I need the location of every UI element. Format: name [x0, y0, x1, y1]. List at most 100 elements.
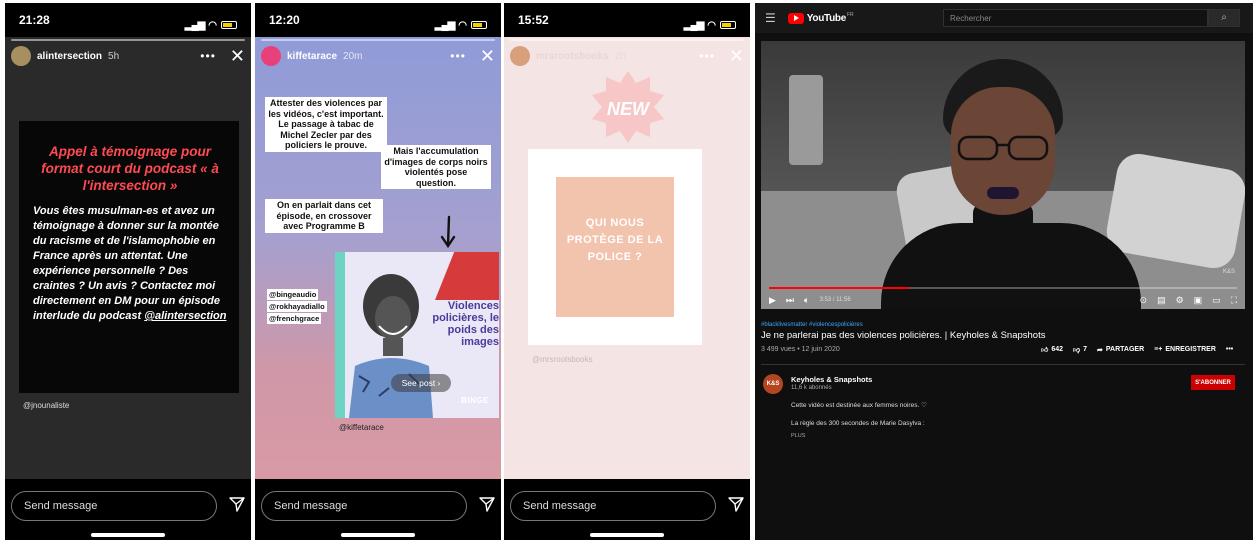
battery-icon [471, 21, 487, 29]
close-icon[interactable]: ✕ [230, 47, 245, 65]
video-hashtags[interactable]: #blacklivesmatter #violencespolicières [761, 322, 863, 328]
story-credit[interactable]: @kiffetarace [339, 423, 384, 432]
story-progress-bar [261, 39, 495, 41]
more-options-icon[interactable]: ••• [450, 49, 466, 63]
shared-post-card[interactable]: Violences policières, le poids des image… [335, 252, 499, 418]
story-timestamp: 2h [614, 50, 626, 62]
story-credit[interactable]: @jnounaliste [23, 401, 69, 410]
subtitles-icon[interactable]: ▤ [1157, 295, 1166, 306]
volume-icon[interactable]: 🔈︎ [804, 295, 809, 306]
next-icon[interactable]: ⏭ [786, 295, 794, 306]
miniplayer-icon[interactable]: ▣ [1194, 295, 1203, 306]
channel-name[interactable]: Keyholes & Snapshots [791, 375, 872, 384]
search-input[interactable] [943, 9, 1208, 27]
story-credit[interactable]: @mrsrootsbooks [532, 355, 593, 364]
video-glasses-shape [957, 135, 1049, 161]
story-content[interactable]: kiffetarace 20m ••• ✕ Attester des viole… [255, 37, 501, 479]
autoplay-toggle-icon[interactable]: ⊙ [1140, 295, 1148, 306]
story-timestamp: 20m [343, 50, 363, 62]
youtube-brand[interactable]: YouTube [807, 13, 847, 24]
video-meta: 3 499 vues • 12 juin 2020 [761, 346, 840, 353]
home-indicator [341, 533, 415, 537]
card-body: Vous êtes musulman-es et avez un témoign… [33, 204, 227, 324]
message-bar [11, 491, 245, 521]
send-icon[interactable] [229, 496, 245, 517]
card-body-text: Vous êtes musulman-es et avez un témoign… [33, 205, 221, 322]
story-caption-1: Attester des violences par les vidéos, c… [265, 97, 387, 152]
signal-icon: ▂▄▆ [184, 19, 205, 31]
story-caption-3: On en parlait dans cet épisode, en cross… [265, 199, 383, 233]
mention-tags: @bingeaudio @rokhayadiallo @frenchgrace [267, 289, 327, 325]
search-icon: ⌕ [1221, 12, 1227, 23]
youtube-region: FR [846, 12, 854, 18]
battery-icon [720, 21, 736, 29]
video-player[interactable]: K&S ▶ ⏭ 🔈︎ 3:53 / 11:56 ⊙ ▤ ⚙ ▣ ▭ ⛶ [761, 41, 1245, 309]
status-icons: ▂▄▆ ◠ [185, 13, 237, 37]
save-button[interactable]: ≡+ ENREGISTRER [1154, 345, 1216, 354]
story-username[interactable]: kiffetarace [287, 51, 337, 62]
send-message-input[interactable] [11, 491, 217, 521]
card-handle-link[interactable]: @alintersection [144, 310, 226, 322]
story-caption-2: Mais l'accumulation d'images de corps no… [381, 145, 491, 189]
status-time: 21:28 [19, 13, 50, 27]
user-avatar[interactable] [11, 46, 31, 66]
user-avatar[interactable] [510, 46, 530, 66]
send-message-input[interactable] [261, 491, 467, 521]
theater-mode-icon[interactable]: ▭ [1212, 295, 1221, 306]
story-content[interactable]: alintersection 5h ••• ✕ Appel à témoigna… [5, 37, 251, 479]
search-button[interactable]: ⌕ [1208, 9, 1240, 27]
book-cover-text: QUI NOUS PROTÈGE DE LA POLICE ? [566, 217, 664, 263]
share-button[interactable]: ➦ PARTAGER [1097, 345, 1144, 354]
settings-gear-icon[interactable]: ⚙ [1176, 295, 1184, 306]
more-options-icon[interactable]: ••• [1226, 345, 1233, 354]
mention-tag[interactable]: @frenchgrace [267, 313, 322, 324]
story-header: kiffetarace 20m ••• ✕ [261, 45, 495, 67]
send-icon[interactable] [479, 496, 495, 517]
close-icon[interactable]: ✕ [480, 47, 495, 65]
card-heading: Appel à témoignage pour format court du … [41, 144, 219, 193]
send-icon[interactable] [728, 496, 744, 517]
play-icon[interactable]: ▶ [769, 295, 776, 306]
video-watermark: K&S [1222, 269, 1235, 275]
description-line-1: Cette vidéo est destinée aux femmes noir… [791, 402, 927, 409]
youtube-window: ☰ YouTube FR ⌕ K&S ▶ ⏭ 🔈︎ 3:53 / 11:56 [755, 3, 1253, 540]
story-progress-bar [11, 39, 245, 41]
home-indicator [91, 533, 165, 537]
mention-tag[interactable]: @bingeaudio [267, 289, 319, 300]
playlist-add-icon: ≡+ [1154, 346, 1163, 353]
youtube-logo-icon[interactable] [787, 12, 804, 24]
video-progress-bar[interactable] [769, 287, 1237, 289]
like-button[interactable]: 👍︎ 642 [1041, 345, 1063, 354]
more-options-icon[interactable]: ••• [699, 49, 715, 63]
story-header: mrsrootsbooks 2h ••• ✕ [510, 45, 744, 67]
story-phone-kiffetarace: 12:20 ▂▄▆ ◠ kiffetarace 20m ••• ✕ Attest… [255, 3, 501, 540]
show-more-button[interactable]: PLUS [791, 433, 805, 439]
thumbs-down-icon: 👎︎ [1073, 347, 1081, 354]
hamburger-menu-icon[interactable]: ☰ [765, 11, 776, 25]
more-options-icon[interactable]: ••• [200, 49, 216, 63]
status-time: 12:20 [269, 13, 300, 27]
message-bar [261, 491, 495, 521]
status-bar: 21:28 ▂▄▆ ◠ [5, 3, 251, 37]
story-content[interactable]: mrsrootsbooks 2h ••• ✕ NEW QUI NOUS PROT… [504, 37, 750, 479]
close-icon[interactable]: ✕ [729, 47, 744, 65]
channel-avatar[interactable]: K&S [763, 374, 783, 394]
subscribe-button[interactable]: S'ABONNER [1191, 375, 1235, 390]
mention-tag[interactable]: @rokhayadiallo [267, 301, 327, 312]
poster-brand: BINGE [461, 396, 489, 405]
description-line-2: La règle des 300 secondes de Marie Dasyl… [791, 420, 925, 427]
divider [761, 364, 1245, 365]
new-badge-text: NEW [607, 99, 651, 119]
fullscreen-icon[interactable]: ⛶ [1231, 295, 1237, 306]
status-icons: ▂▄▆ ◠ [684, 13, 736, 37]
story-progress-bar [510, 39, 744, 41]
send-message-input[interactable] [510, 491, 716, 521]
user-avatar[interactable] [261, 46, 281, 66]
new-badge-icon: NEW [592, 71, 664, 143]
video-controls: ▶ ⏭ 🔈︎ 3:53 / 11:56 ⊙ ▤ ⚙ ▣ ▭ ⛶ [769, 293, 1237, 307]
see-post-button[interactable]: See post › [391, 374, 451, 392]
story-username[interactable]: alintersection [37, 51, 102, 62]
story-username[interactable]: mrsrootsbooks [536, 51, 609, 62]
arrow-down-icon [440, 215, 456, 249]
dislike-button[interactable]: 👎︎ 7 [1073, 345, 1087, 354]
